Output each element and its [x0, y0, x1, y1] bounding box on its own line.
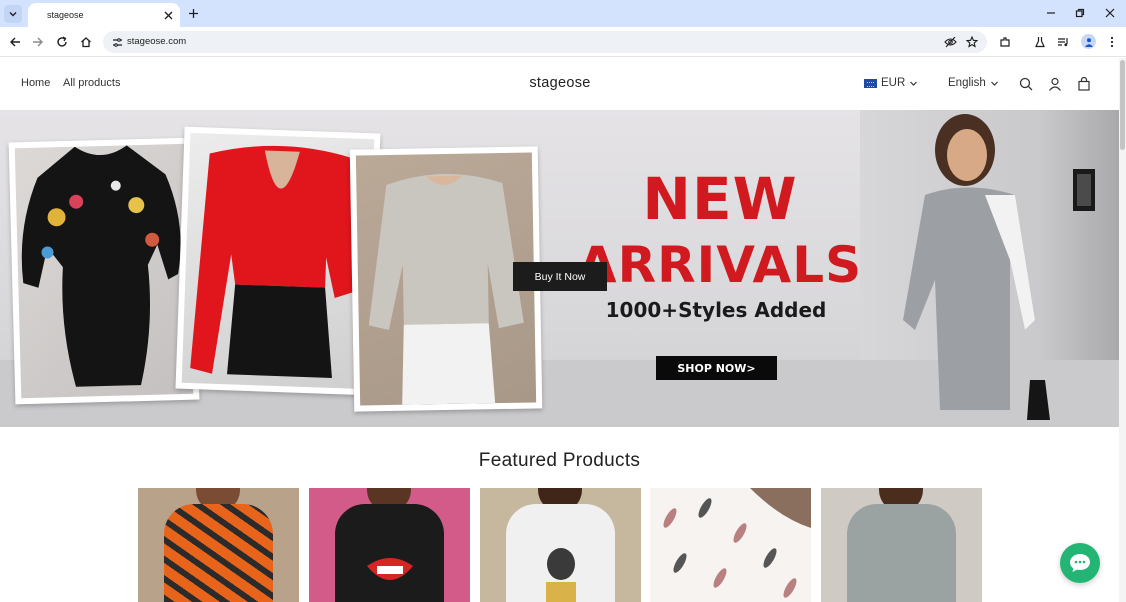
polaroid-photo-black-dress — [8, 137, 200, 405]
hero-subtitle: 1000+Styles Added — [605, 298, 827, 322]
bookmark-star-icon[interactable] — [965, 35, 979, 49]
search-icon[interactable] — [1018, 76, 1034, 92]
product-card[interactable] — [309, 488, 470, 602]
page-scrollbar[interactable] — [1119, 58, 1126, 602]
language-selector[interactable]: English — [948, 77, 999, 89]
browser-toolbar: stageose.com — [0, 27, 1126, 57]
cart-icon[interactable] — [1076, 76, 1092, 92]
product-card[interactable] — [480, 488, 641, 602]
black-floral-dress-illustration — [21, 145, 181, 387]
back-icon[interactable] — [7, 34, 23, 50]
product-image — [164, 504, 273, 602]
product-image — [847, 504, 956, 602]
profile-avatar-icon[interactable] — [1081, 34, 1096, 49]
hero-headline-line2: ARRIVALS — [577, 236, 863, 294]
close-window-icon[interactable] — [1103, 6, 1117, 20]
product-image — [506, 504, 615, 602]
wall-frame-illustration — [1073, 169, 1095, 211]
chat-button[interactable] — [1060, 543, 1100, 583]
hero-shop-now-graphic: SHOP NOW> — [656, 356, 777, 380]
home-icon[interactable] — [78, 34, 94, 50]
currency-selector[interactable]: EUR — [864, 77, 918, 89]
red-blouse-illustration — [190, 145, 364, 378]
eu-flag-icon — [864, 78, 877, 88]
currency-label: EUR — [881, 77, 906, 89]
nav-home-link[interactable]: Home — [21, 77, 50, 89]
hero-headline: NEW ARRIVALS — [560, 170, 880, 290]
product-image — [335, 504, 444, 602]
language-label: English — [948, 77, 986, 89]
reload-icon[interactable] — [54, 34, 70, 50]
more-menu-icon[interactable] — [1104, 34, 1120, 50]
buy-it-now-button[interactable]: Buy It Now — [513, 262, 607, 291]
product-image — [650, 488, 811, 602]
scrollbar-thumb[interactable] — [1120, 60, 1125, 150]
silver-sequin-top-illustration — [368, 174, 524, 405]
feather-print-icon — [663, 488, 811, 598]
tab-close-icon[interactable] — [162, 9, 174, 21]
restore-icon[interactable] — [1073, 6, 1087, 20]
graphic-print-icon — [546, 548, 576, 602]
product-card[interactable] — [650, 488, 811, 602]
minimize-icon[interactable] — [1044, 6, 1058, 20]
product-card[interactable] — [138, 488, 299, 602]
tab-search-chevron-icon[interactable] — [4, 5, 22, 23]
product-card[interactable] — [821, 488, 982, 602]
account-icon[interactable] — [1047, 76, 1063, 92]
lips-print-icon — [367, 558, 413, 580]
browser-tabstrip: stageose — [0, 0, 1126, 27]
model-grey-dress-illustration — [903, 114, 1050, 420]
labs-flask-icon[interactable] — [1032, 34, 1048, 50]
media-controls-icon[interactable] — [1055, 34, 1071, 50]
brand-logo[interactable]: stageose — [500, 75, 620, 91]
featured-products-title: Featured Products — [478, 450, 641, 471]
eye-off-icon[interactable] — [943, 35, 957, 49]
site-info-icon[interactable] — [110, 35, 124, 49]
address-bar[interactable]: stageose.com — [103, 31, 987, 53]
new-tab-icon[interactable] — [186, 6, 200, 20]
hero-banner[interactable]: NEW ARRIVALS 1000+Styles Added SHOP NOW>… — [0, 110, 1119, 427]
hero-headline-line1: NEW — [642, 165, 798, 233]
site-header: Home All products stageose EUR English — [0, 58, 1119, 110]
extensions-icon[interactable] — [997, 34, 1013, 50]
chevron-down-icon — [910, 81, 918, 86]
chevron-down-icon — [990, 81, 998, 86]
tab-title: stageose — [47, 10, 84, 20]
browser-tab[interactable]: stageose — [28, 3, 180, 27]
forward-icon[interactable] — [30, 34, 46, 50]
nav-all-products-link[interactable]: All products — [63, 77, 120, 89]
chat-icon — [1070, 554, 1090, 572]
url-text: stageose.com — [127, 36, 187, 47]
